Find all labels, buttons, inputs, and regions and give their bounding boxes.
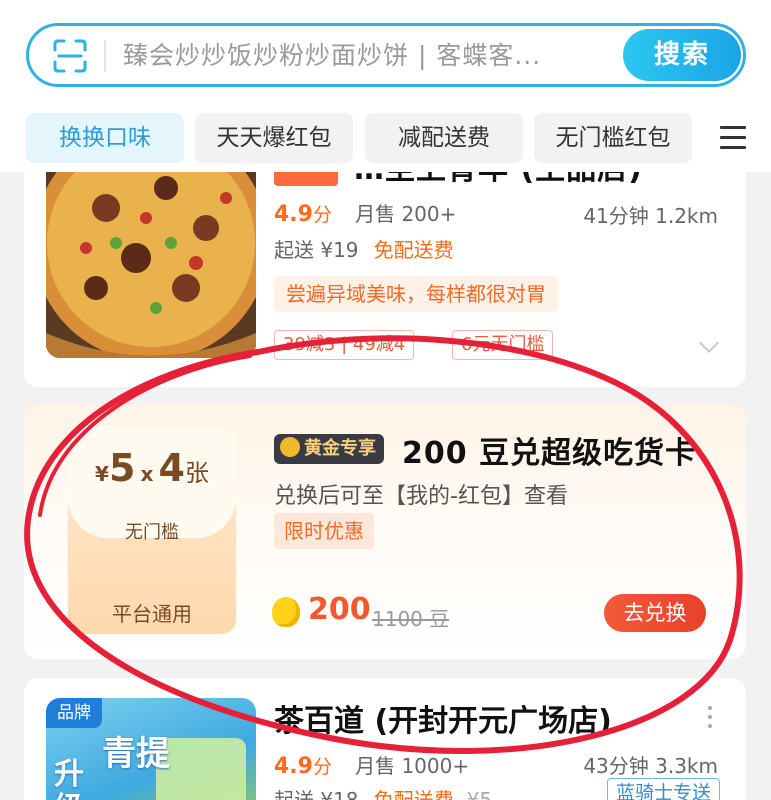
delivery-fee: 免配送费 [373,788,454,800]
more-options-icon[interactable] [708,706,712,733]
coupon-value: 5 [108,446,136,490]
search-bar[interactable]: 臻会炒炒饭炒粉炒面炒饼 | 客蝶客... 搜索 [26,23,746,87]
offer-title: 200 豆兑超级吃货卡 [402,436,697,471]
rating-unit: 分 [312,204,332,226]
pizza-image [46,148,256,358]
promo-tag-no-threshold: 6元无门槛 [452,330,554,360]
redeem-offer-card[interactable]: ¥5 x 4张 无门槛 平台通用 黄金专享 200 豆兑超级吃货卡 兑换后可至【… [24,404,746,659]
store-rating-row: 4.9分 月售 200+ [274,198,456,227]
store-rating-row: 4.9分 月售 1000+ [274,750,469,779]
gold-badge-label: 黄金专享 [304,438,376,459]
offer-original-price: 1100 豆 [372,607,450,631]
delivery-time-distance: 43分钟 3.3km [583,754,718,778]
store-name: 茶百道 (开封开元广场店) [274,704,612,739]
heart-icon [280,437,300,457]
chip-change-taste[interactable]: 换换口味 [26,113,184,163]
offer-subtitle: 兑换后可至【我的-红包】查看 [274,484,568,509]
promo-tag-full-reduction: 39减3 | 49减4 [274,330,415,360]
rating-unit: 分 [312,756,332,778]
brand-tag: 品牌 [46,698,102,728]
store-card-pizza[interactable]: …至上青年 (王品店) 4.9分 月售 200+ 41分钟 1.2km 起送 ¥… [24,140,746,387]
bean-coin-icon [272,597,300,627]
delivery-time-distance: 41分钟 1.2km [583,204,718,228]
filter-chips: 换换口味 天天爆红包 减配送费 无门槛红包 [26,113,771,163]
search-button[interactable]: 搜索 [623,29,741,81]
min-order: 起送 ¥18 [274,788,359,800]
store-fee-row: 起送 ¥18 免配送费 ¥5 [274,784,492,800]
store-slogan: 尝遍异域美味，每样都很对胃 [274,276,558,312]
store-thumbnail-pizza [46,148,256,358]
redeem-button[interactable]: 去兑换 [604,594,706,632]
coupon-currency: ¥ [95,462,109,486]
coupon-count: 4 [158,446,185,490]
image-text-top: 青提 [102,734,170,774]
offer-price: 200 [308,592,371,627]
min-order: 起送 ¥19 [274,238,359,262]
coupon-multiplier: x [140,462,154,486]
monthly-sales: 月售 1000+ [355,754,470,778]
scan-icon[interactable] [53,39,87,73]
menu-icon[interactable] [720,126,746,150]
store-card-tea[interactable]: 品牌 青提 升级 茶百道 (开封开元广场店) 4.9分 月售 1000+ 43分… [24,678,746,800]
chip-no-threshold-red-packet[interactable]: 无门槛红包 [534,113,692,163]
gold-member-badge: 黄金专享 [274,434,384,464]
delivery-fee: 免配送费 [373,238,454,262]
coupon-amount: ¥5 x 4张 [68,446,236,490]
delivery-tag: 蓝骑士专送 [606,778,720,800]
limited-offer-tag: 限时优惠 [274,513,374,549]
store-thumbnail-tea: 品牌 青提 升级 [46,698,256,800]
monthly-sales: 月售 200+ [355,202,457,226]
image-text-left: 升级 [54,757,84,800]
store-rating: 4.9 [274,754,313,779]
coupon-scope: 平台通用 [112,602,192,626]
coupon-unit: 张 [184,459,209,487]
top-header: 臻会炒炒饭炒粉炒面炒饼 | 客蝶客... 搜索 换换口味 天天爆红包 减配送费 … [0,0,771,172]
chevron-down-icon[interactable] [699,333,719,353]
chip-reduced-delivery[interactable]: 减配送费 [365,113,523,163]
original-delivery-fee: ¥5 [466,788,493,800]
store-fee-row: 起送 ¥19 免配送费 [274,234,454,263]
chip-daily-red-packet[interactable]: 天天爆红包 [195,113,353,163]
search-input[interactable]: 臻会炒炒饭炒粉炒面炒饼 | 客蝶客... [123,39,553,73]
coupon-condition: 无门槛 [125,522,179,543]
coupon-graphic: ¥5 x 4张 无门槛 平台通用 [68,426,236,634]
store-rating: 4.9 [274,202,313,227]
search-divider [104,40,106,72]
